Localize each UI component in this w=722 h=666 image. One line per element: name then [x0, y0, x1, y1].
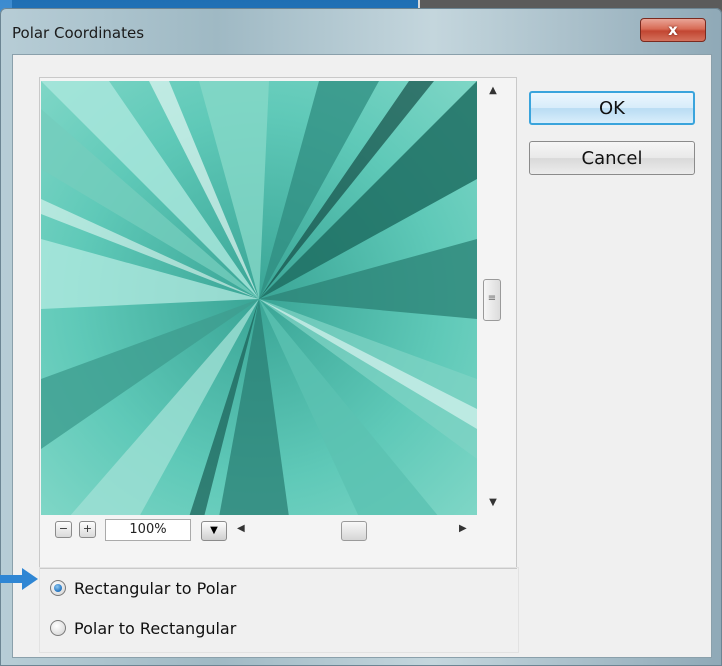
option-rectangular-to-polar[interactable]: Rectangular to Polar	[50, 576, 236, 600]
dialog-client-area: ▲ ≡ ▼ − + 100% ▼ ◀ ▶ OK Cancel Rectangul…	[12, 54, 712, 658]
vertical-scroll-thumb[interactable]: ≡	[483, 279, 501, 321]
radio-button-selected[interactable]	[50, 580, 66, 596]
option-label: Rectangular to Polar	[74, 578, 237, 598]
radio-button[interactable]	[50, 620, 66, 636]
dialog-title: Polar Coordinates	[12, 24, 145, 42]
zoom-out-button[interactable]: −	[55, 521, 72, 538]
ok-button[interactable]: OK	[529, 91, 695, 125]
close-icon: x	[668, 21, 678, 39]
scroll-left-icon[interactable]: ◀	[237, 523, 245, 534]
polar-burst-graphic	[41, 81, 477, 515]
vertical-scrollbar[interactable]: ▲ ≡ ▼	[481, 83, 505, 517]
option-polar-to-rectangular[interactable]: Polar to Rectangular	[50, 616, 236, 640]
polar-coordinates-dialog: Polar Coordinates x ▲ ≡ ▼ − + 100% ▼ ◀ ▶…	[0, 8, 722, 666]
zoom-in-button[interactable]: +	[79, 521, 96, 538]
zoom-controls: − + 100% ▼ ◀ ▶	[41, 517, 481, 543]
zoom-level-field[interactable]: 100%	[105, 519, 191, 541]
close-button[interactable]: x	[640, 18, 706, 42]
cancel-button[interactable]: Cancel	[529, 141, 695, 175]
arrow-right-icon	[0, 568, 38, 590]
scroll-down-icon[interactable]: ▼	[481, 497, 505, 513]
conversion-options: Rectangular to Polar Polar to Rectangula…	[39, 567, 519, 653]
chevron-down-icon: ▼	[210, 525, 218, 536]
filter-preview-image[interactable]	[41, 81, 477, 515]
zoom-dropdown-button[interactable]: ▼	[201, 521, 227, 541]
option-label: Polar to Rectangular	[74, 618, 237, 638]
horizontal-scroll-thumb[interactable]	[341, 521, 367, 541]
scroll-up-icon[interactable]: ▲	[481, 85, 505, 101]
scroll-right-icon[interactable]: ▶	[459, 523, 467, 534]
